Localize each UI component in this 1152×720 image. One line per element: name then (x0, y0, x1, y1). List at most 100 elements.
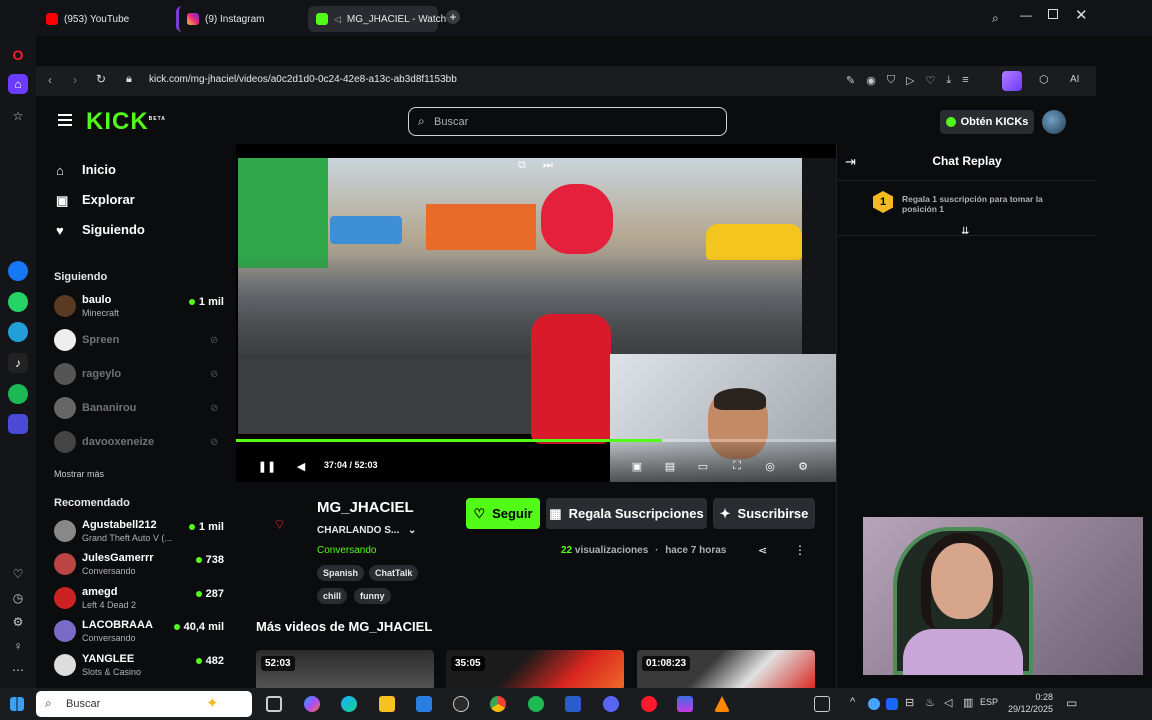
dropbox-icon[interactable] (886, 698, 898, 710)
url-text[interactable]: kick.com/mg-jhaciel/videos/a0c2d1d0-0c24… (149, 74, 457, 85)
recommended-channel[interactable]: amegd Left 4 Dead 2 287 (54, 585, 244, 613)
onedrive-icon[interactable] (868, 698, 880, 710)
player-icon[interactable] (8, 414, 28, 434)
tab-kick-active[interactable]: ◁ MG_JHACIEL - Watch (308, 6, 446, 32)
subscribe-button[interactable]: ✦ Suscribirse (713, 498, 815, 529)
search-input[interactable]: ⌕ Buscar (408, 107, 727, 136)
cube-icon[interactable]: ⬡ (1039, 73, 1049, 86)
mic-icon[interactable]: ♨ (925, 696, 935, 709)
opera-logo-icon[interactable]: O (8, 45, 28, 65)
telegram-icon[interactable] (8, 322, 28, 342)
clip-icon[interactable]: ▤ (663, 459, 677, 473)
language-indicator[interactable]: ESP (980, 697, 998, 707)
following-channel[interactable]: Spreen ⊘ (54, 327, 224, 355)
shield-icon[interactable]: ⛉ (887, 74, 895, 88)
camera-icon[interactable]: ◉ (866, 74, 876, 88)
following-channel[interactable]: baulo Minecraft 1 mil (54, 293, 224, 321)
notifications-icon[interactable]: ▭ (1066, 696, 1077, 710)
gift-subs-button[interactable]: ▦ Regala Suscripciones (546, 498, 707, 529)
download-icon[interactable]: ⤓ (946, 74, 951, 88)
recommended-channel[interactable]: Agustabell212 Grand Theft Auto V (... 1 … (54, 518, 244, 546)
winrar-icon[interactable] (677, 696, 693, 712)
following-channel[interactable]: davooxeneize ⊘ (54, 429, 224, 457)
stream-title[interactable]: CHARLANDO S... ⌄ (317, 525, 416, 536)
tag-chip[interactable]: funny (354, 588, 391, 604)
store-icon[interactable] (416, 696, 432, 712)
tiktok-icon[interactable]: ♪ (8, 353, 28, 373)
forward-icon[interactable]: › (73, 73, 77, 87)
minimize-icon[interactable]: — (1020, 8, 1032, 22)
windows-start-icon[interactable] (10, 697, 24, 711)
pause-icon[interactable]: ❚❚ (258, 459, 276, 473)
recommended-channel[interactable]: JulesGamerrr Conversando 738 (54, 551, 244, 579)
vlc-icon[interactable] (714, 696, 730, 712)
network-icon[interactable]: ▥ (963, 696, 973, 709)
heart-icon[interactable]: ♡ (8, 564, 28, 584)
close-icon[interactable]: ✕ (1075, 6, 1088, 24)
pip-icon[interactable]: ⧉ (518, 159, 526, 172)
expand-icon[interactable]: ⇊ (961, 226, 969, 237)
video-thumbnail[interactable]: 52:03 (256, 650, 434, 688)
video-thumbnail[interactable]: 01:08:23 (637, 650, 815, 688)
home-icon[interactable]: ⌂ (8, 74, 28, 94)
taskbar-search[interactable]: ⌕ Buscar ✦ (36, 691, 252, 717)
task-view-icon[interactable] (266, 696, 282, 712)
following-channel[interactable]: rageylo ⊘ (54, 361, 224, 389)
tray-chevron-icon[interactable]: ^ (850, 696, 855, 708)
fullscreen-icon[interactable]: ⛶ (730, 459, 744, 473)
lightbulb-icon[interactable]: ♀ (8, 636, 28, 656)
channel-name[interactable]: MG_JHACIEL (317, 499, 414, 516)
spotify-icon[interactable] (8, 384, 28, 404)
following-channel[interactable]: Bananirou ⊘ (54, 395, 224, 423)
messenger-icon[interactable] (8, 261, 28, 281)
kick-logo[interactable]: KICKBETA (86, 108, 166, 136)
follow-button[interactable]: ♡ Seguir (466, 498, 540, 529)
edit-icon[interactable]: ✎ (846, 74, 855, 88)
file-explorer-icon[interactable] (379, 696, 395, 712)
clock[interactable]: 0:28 29/12/2025 (1003, 691, 1053, 715)
copilot-icon[interactable] (304, 696, 320, 712)
extension-avatar-icon[interactable] (1002, 71, 1022, 91)
recommended-channel[interactable]: YANGLEE Slots & Casino 482 (54, 652, 244, 680)
more-options-icon[interactable]: ⋮ (794, 543, 806, 557)
reload-icon[interactable]: ↻ (96, 72, 106, 86)
miniplayer-icon[interactable]: ▣ (630, 459, 644, 473)
spotify-icon[interactable] (528, 696, 544, 712)
settings-icon[interactable]: ⚙ (8, 612, 28, 632)
speed-icon[interactable]: ◎ (763, 459, 777, 473)
play-icon[interactable]: ▷ (906, 74, 914, 88)
video-thumbnail[interactable]: 35:05 (446, 650, 624, 688)
tag-chip[interactable]: Spanish (317, 565, 365, 581)
usb-icon[interactable]: ⊟ (905, 696, 914, 709)
maximize-icon[interactable] (1048, 9, 1058, 19)
whatsapp-icon[interactable] (8, 292, 28, 312)
tag-chip[interactable]: ChatTalk (369, 565, 419, 581)
get-kicks-button[interactable]: Obtén KICKs (940, 110, 1034, 134)
share-icon[interactable]: ⋖ (758, 544, 767, 557)
opera-icon[interactable] (641, 696, 657, 712)
history-icon[interactable]: ◷ (8, 588, 28, 608)
speaker-icon[interactable]: ◁ (944, 696, 952, 709)
tab-youtube[interactable]: (953) YouTube (38, 6, 168, 32)
skip-icon[interactable]: ⏭ (543, 159, 553, 172)
tab-instagram[interactable]: (9) Instagram (176, 6, 306, 32)
tag-chip[interactable]: chill (317, 588, 348, 604)
nav-following[interactable]: ♥ Siguiendo (56, 222, 145, 238)
nav-explore[interactable]: ▣ Explorar (56, 192, 135, 208)
nav-home[interactable]: ⌂ Inicio (56, 162, 116, 178)
video-player[interactable]: ⧉ ⏭ (236, 144, 836, 482)
back-icon[interactable]: ‹ (48, 73, 52, 87)
stream-category[interactable]: Conversando (317, 545, 376, 556)
theater-icon[interactable]: ▭ (696, 459, 710, 473)
search-tabs-icon[interactable]: ⌕ (992, 11, 999, 26)
show-more-link[interactable]: Mostrar más (54, 469, 104, 479)
menu-icon[interactable]: ≡ (962, 74, 968, 88)
more-icon[interactable]: ⋯ (8, 660, 28, 680)
chrome-icon[interactable] (490, 696, 506, 712)
volume-icon[interactable]: ◀ (294, 459, 308, 473)
user-avatar[interactable] (1042, 110, 1066, 134)
word-icon[interactable] (565, 696, 581, 712)
pin-icon[interactable]: ☆ (8, 106, 28, 126)
new-tab-plus-icon[interactable]: + (446, 10, 460, 24)
settings-icon[interactable]: ⚙ (796, 459, 810, 473)
